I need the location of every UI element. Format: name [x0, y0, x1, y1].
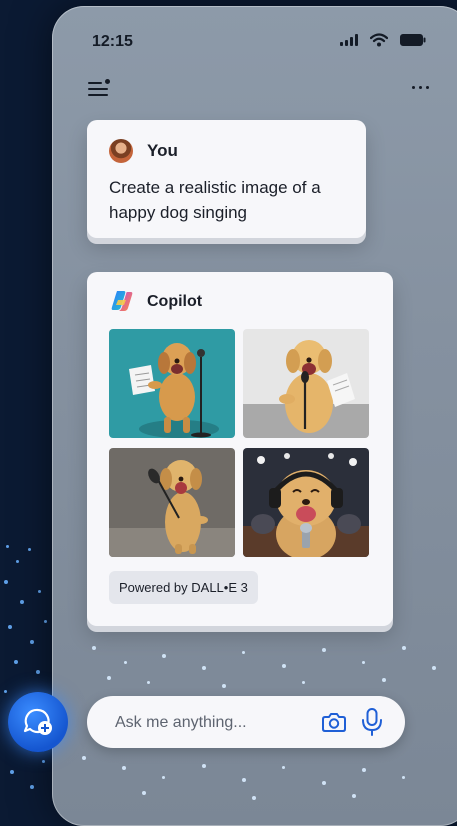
generated-image-3[interactable] — [109, 448, 235, 557]
generated-image-4[interactable] — [243, 448, 369, 557]
ask-input[interactable] — [113, 709, 317, 737]
user-message-card: You Create a realistic image of a happy … — [87, 120, 366, 238]
copilot-logo-icon — [111, 291, 133, 311]
status-icons — [340, 33, 426, 47]
dog-singing-image — [109, 329, 235, 438]
message-composer — [87, 696, 405, 748]
microphone-button[interactable] — [359, 707, 385, 737]
status-time: 12:15 — [92, 33, 133, 50]
notification-dot — [105, 79, 110, 84]
battery-icon — [400, 34, 426, 46]
user-sender-name: You — [147, 141, 178, 160]
wifi-icon — [370, 33, 388, 47]
dog-singing-image — [109, 448, 235, 557]
powered-by-badge: Powered by DALL•E 3 — [109, 571, 258, 604]
signal-icon — [340, 34, 358, 46]
camera-button[interactable] — [321, 709, 347, 735]
generated-image-2[interactable] — [243, 329, 369, 438]
generated-image-1[interactable] — [109, 329, 235, 438]
user-prompt-text: Create a realistic image of a happy dog … — [109, 178, 321, 222]
copilot-sender-name: Copilot — [147, 293, 203, 310]
dog-singing-image — [243, 448, 369, 557]
menu-button[interactable] — [88, 79, 110, 98]
copilot-message-card: Copilot Powered by DALL•E 3 — [87, 272, 393, 626]
new-chat-icon — [23, 708, 52, 735]
user-avatar — [109, 139, 133, 163]
camera-icon — [322, 713, 346, 732]
dog-singing-image — [243, 329, 369, 438]
more-options-button[interactable] — [412, 86, 429, 89]
microphone-icon — [362, 708, 382, 736]
new-chat-button[interactable] — [8, 692, 68, 752]
